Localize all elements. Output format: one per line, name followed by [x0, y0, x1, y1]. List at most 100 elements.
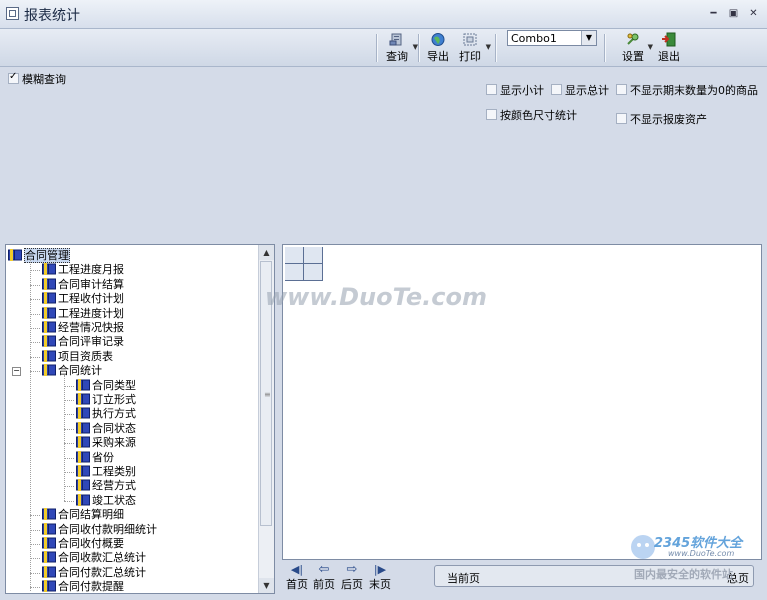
report-tree[interactable]: ▲ ≡ ▼ 合同管理 工程进度月报 合同审计结算 工程收付计划 工程进度计划 经营情况快报…	[5, 244, 275, 594]
tree-node[interactable]: 采购来源	[76, 436, 136, 450]
print-dropdown-arrow[interactable]: ▼	[486, 43, 491, 51]
book-icon	[76, 407, 90, 420]
book-icon	[42, 551, 56, 564]
grid-cell[interactable]	[285, 264, 304, 281]
pager-bar: ◀| 首页 ⇦ 前页 ⇨ 后页 |▶ 末页 当前页 总页	[282, 560, 762, 594]
restore-button[interactable]: ▣	[726, 7, 741, 21]
grid-cell[interactable]	[304, 247, 323, 264]
book-icon	[42, 349, 56, 362]
tree-root-node[interactable]: 合同管理	[8, 248, 70, 263]
grid-cell[interactable]	[304, 264, 323, 281]
options-panel: 模糊查询 显示小计 显示总计 不显示期末数量为0的商品 按颜色尺寸统计 不显示报…	[0, 67, 767, 243]
tree-node-label: 工程进度计划	[58, 306, 124, 320]
book-icon	[42, 335, 56, 348]
collapse-toggle-icon[interactable]: −	[12, 367, 21, 377]
settings-dropdown-arrow[interactable]: ▼	[648, 43, 653, 51]
tree-node-label: 合同收付概要	[58, 537, 124, 550]
tree-connector	[64, 428, 74, 430]
tree-scrollbar[interactable]: ▲ ≡ ▼	[258, 245, 274, 593]
tree-node-label: 省份	[92, 450, 114, 464]
app-icon	[6, 7, 19, 20]
tree-node-label: 工程类别	[92, 465, 136, 478]
tree-connector	[30, 284, 40, 286]
tree-node-label: 合同类型	[92, 378, 136, 392]
tree-node[interactable]: 执行方式	[76, 407, 136, 421]
tree-connector	[64, 443, 74, 445]
next-page-button[interactable]: ⇨ 后页	[340, 563, 364, 592]
checkbox-box[interactable]	[551, 84, 562, 95]
settings-icon	[627, 33, 639, 45]
tree-connector	[30, 299, 40, 301]
hide-scrapped-assets-checkbox[interactable]: 不显示报废资产	[616, 111, 707, 127]
checkbox-box[interactable]	[8, 71, 19, 84]
checkbox-box[interactable]	[486, 84, 497, 95]
tree-node[interactable]: 竣工状态	[76, 493, 136, 508]
tree-node-label: 合同评审记录	[58, 335, 124, 349]
print-button[interactable]: 打印 ▼	[457, 31, 491, 63]
grid-cell[interactable]	[285, 247, 304, 264]
tree-node[interactable]: 项目资质表	[42, 349, 113, 364]
book-icon	[76, 378, 90, 391]
tree-node[interactable]: 合同付款提醒	[42, 580, 124, 593]
prev-page-button[interactable]: ⇦ 前页	[312, 563, 336, 592]
tree-node[interactable]: 合同状态	[76, 421, 136, 436]
chevron-down-icon[interactable]: ▼	[581, 31, 596, 45]
report-grid[interactable]: www.DuoTe.com	[265, 244, 762, 560]
hide-zero-qty-checkbox[interactable]: 不显示期末数量为0的商品	[616, 82, 758, 98]
tree-node[interactable]: 订立形式	[76, 393, 136, 407]
tree-node-label: 执行方式	[92, 407, 136, 421]
tree-node[interactable]: 合同类型	[76, 378, 136, 393]
title-bar: 报表统计 ━ ▣ ✕	[0, 0, 767, 29]
last-page-icon: |▶	[373, 563, 387, 576]
book-icon	[76, 465, 90, 477]
book-icon	[42, 292, 56, 305]
show-subtotal-checkbox[interactable]: 显示小计	[486, 82, 544, 98]
book-icon	[76, 436, 90, 449]
tree-node[interactable]: 省份	[76, 450, 114, 465]
query-button[interactable]: 查询 ▼	[384, 31, 418, 63]
tree-node[interactable]: 合同审计结算	[42, 277, 124, 292]
minimize-button[interactable]: ━	[706, 7, 721, 21]
tree-node[interactable]: 合同评审记录	[42, 335, 124, 349]
checkbox-box[interactable]	[486, 109, 497, 120]
settings-button[interactable]: 设置 ▼	[621, 31, 653, 63]
first-page-button[interactable]: ◀| 首页	[286, 563, 308, 592]
fuzzy-query-checkbox[interactable]: 模糊查询	[8, 71, 66, 87]
stat-by-color-size-checkbox[interactable]: 按颜色尺寸统计	[486, 107, 577, 123]
scroll-down-arrow[interactable]: ▼	[259, 578, 274, 593]
tree-node[interactable]: 合同收付款明细统计	[42, 522, 157, 537]
checkbox-box[interactable]	[616, 84, 627, 95]
tree-connector	[30, 356, 40, 358]
export-button[interactable]: 导出	[426, 31, 450, 63]
tree-node[interactable]: 工程收付计划	[42, 292, 124, 306]
close-button[interactable]: ✕	[746, 7, 761, 21]
exit-button[interactable]: 退出	[656, 31, 682, 63]
tree-node-label: 经营情况快报	[58, 321, 124, 334]
checkbox-box[interactable]	[616, 113, 627, 124]
tree-node[interactable]: 经营情况快报	[42, 321, 124, 335]
scroll-up-arrow[interactable]: ▲	[259, 245, 274, 260]
tree-node[interactable]: 工程进度月报	[42, 263, 124, 277]
last-page-button[interactable]: |▶ 末页	[368, 563, 392, 592]
tree-node[interactable]: 工程进度计划	[42, 306, 124, 321]
tree-node[interactable]: 合同结算明细	[42, 508, 124, 522]
tree-node-label: 合同审计结算	[58, 277, 124, 291]
show-total-checkbox[interactable]: 显示总计	[551, 82, 609, 98]
tree-node[interactable]: 合同收付概要	[42, 537, 124, 551]
tree-node[interactable]: 合同统计	[42, 364, 102, 378]
tree-node[interactable]: 经营方式	[76, 479, 136, 493]
tree-node[interactable]: 合同收款汇总统计	[42, 551, 146, 565]
scroll-thumb[interactable]: ≡	[260, 261, 272, 526]
tree-connector	[30, 587, 40, 589]
tree-connector	[64, 472, 74, 473]
tree-connector	[30, 342, 40, 344]
tree-connector	[64, 385, 74, 387]
combo-select[interactable]: Combo1 ▼	[507, 30, 597, 46]
tree-connector	[30, 259, 31, 591]
tree-node[interactable]: 合同付款汇总统计	[42, 565, 146, 580]
tree-node-label: 采购来源	[92, 436, 136, 450]
book-icon	[42, 508, 56, 521]
print-icon	[463, 33, 477, 46]
tree-connector	[30, 544, 40, 545]
tree-node[interactable]: 工程类别	[76, 465, 136, 479]
